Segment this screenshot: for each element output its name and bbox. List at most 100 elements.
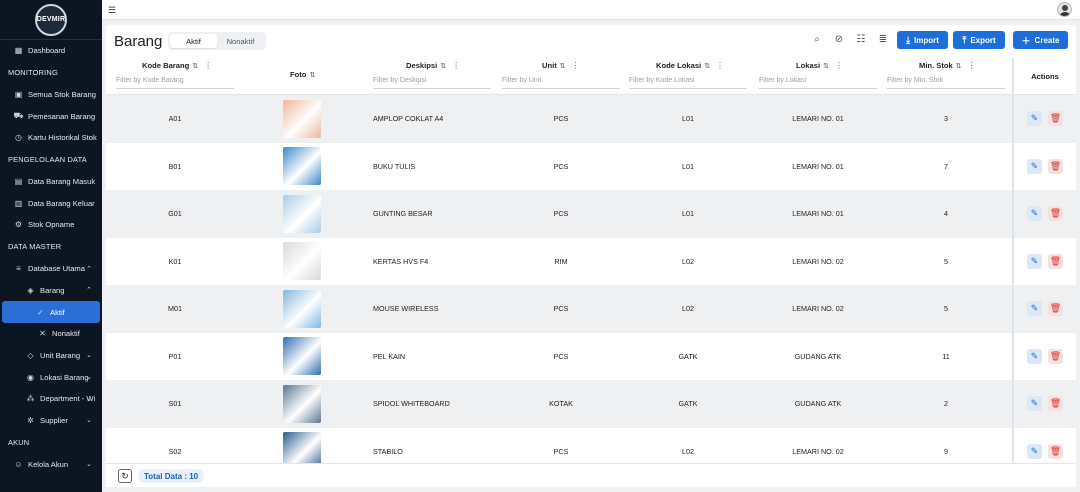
column-menu-icon[interactable]: ⋮ <box>452 61 460 70</box>
edit-icon[interactable]: ✎ <box>1027 443 1042 459</box>
column-menu-icon[interactable]: ⋮ <box>835 61 843 70</box>
tag-icon: ◇ <box>27 350 34 360</box>
sidebar-item-dashboard[interactable]: ▦ Dashboard <box>0 40 102 62</box>
delete-icon[interactable]: 🗑 <box>1048 443 1063 459</box>
sidebar-item-aktif[interactable]: ✓ Aktif <box>2 301 100 323</box>
filter-clear-icon[interactable]: ⊘ <box>833 34 845 45</box>
filter-kode-lokasi[interactable]: Filter by Kode Lokasi <box>629 75 747 89</box>
column-menu-icon[interactable]: ⋮ <box>968 61 976 70</box>
sidebar-item-label: Unit Barang <box>40 350 81 360</box>
col-kode-lokasi[interactable]: Kode Lokasi ⇅ ⋮ <box>656 61 724 70</box>
filter-min-stok[interactable]: Filter by Min. Stok <box>887 75 1005 89</box>
table-row[interactable]: K01 KERTAS HVS F4 RIM L02 LEMARI NO. 02 5 <box>106 238 1012 286</box>
cell-kode-lokasi: GATK <box>678 399 698 409</box>
sidebar-section: AKUN <box>8 437 30 447</box>
item-photo[interactable] <box>283 242 321 281</box>
chevron-down-icon: ⌄ <box>86 374 92 382</box>
filter-lokasi[interactable]: Filter by Lokasi <box>759 75 877 89</box>
cell-kode: M01 <box>168 304 182 314</box>
delete-icon[interactable]: 🗑 <box>1048 206 1063 222</box>
column-menu-icon[interactable]: ⋮ <box>204 61 212 70</box>
sidebar-item-label: Stok Opname <box>28 220 75 230</box>
sidebar-item-pemesanan-barang[interactable]: ⛟ Pemesanan Barang <box>0 105 102 127</box>
item-photo[interactable] <box>283 194 321 233</box>
delete-icon[interactable]: 🗑 <box>1048 253 1063 269</box>
table-row[interactable]: G01 GUNTING BESAR PCS L01 LEMARI NO. 01 4 <box>106 190 1012 238</box>
item-photo[interactable] <box>283 337 321 376</box>
column-menu-icon[interactable]: ⋮ <box>716 61 724 70</box>
settings-icon: ⚙ <box>14 220 23 230</box>
create-button[interactable]: ＋ Create <box>1013 31 1068 49</box>
table-row[interactable]: S01 SPIDOL WHITEBOARD KOTAK GATK GUDANG ATK 2 <box>106 380 1012 428</box>
cell-deskripsi: PEL KAIN <box>373 351 406 361</box>
cell-min-stok: 3 <box>944 114 948 124</box>
delete-icon[interactable]: 🗑 <box>1048 301 1063 317</box>
delete-icon[interactable]: 🗑 <box>1048 396 1063 412</box>
sidebar-item-kelola-akun[interactable]: ☺ Kelola Akun ⌄ <box>0 453 102 475</box>
cell-lokasi: LEMARI NO. 01 <box>792 209 844 219</box>
sidebar-item-label: Pemesanan Barang <box>28 111 96 121</box>
filter-unit[interactable]: Filter by Unit <box>502 75 620 89</box>
edit-icon[interactable]: ✎ <box>1027 253 1042 269</box>
col-deskipsi[interactable]: Deskipsi ⇅ ⋮ <box>406 61 460 70</box>
columns-icon[interactable]: ☷ <box>855 34 867 45</box>
sidebar-item-unit-barang[interactable]: ◇ Unit Barang ⌄ <box>0 345 102 367</box>
cell-kode-lokasi: L01 <box>682 209 694 219</box>
sidebar-item-lokasi-barang[interactable]: ◉ Lokasi Barang ⌄ <box>0 366 102 388</box>
sidebar-item-data-barang-keluar[interactable]: ▥ Data Barang Keluar <box>0 192 102 214</box>
item-photo[interactable] <box>283 147 321 186</box>
cell-foto <box>264 190 340 238</box>
col-foto[interactable]: Foto ⇅ <box>290 70 315 79</box>
history-icon: ◷ <box>15 133 22 143</box>
density-icon[interactable]: ≣ <box>877 34 889 45</box>
cell-unit: PCS <box>553 161 569 171</box>
delete-icon[interactable]: 🗑 <box>1048 158 1063 174</box>
table-row[interactable]: M01 MOUSE WIRELESS PCS L02 LEMARI NO. 02 5 <box>106 285 1012 333</box>
tab-nonaktif[interactable]: Nonaktif <box>217 34 264 48</box>
item-photo[interactable] <box>283 99 321 138</box>
menu-toggle-icon[interactable]: ☰ <box>108 5 116 16</box>
export-button[interactable]: ⤒ Export <box>953 31 1005 49</box>
avatar[interactable] <box>1057 2 1072 17</box>
delete-icon[interactable]: 🗑 <box>1048 348 1063 364</box>
inbox-icon: ▤ <box>14 177 23 187</box>
col-min-stok[interactable]: Min. Stok ⇅ ⋮ <box>919 61 976 70</box>
tab-aktif[interactable]: Aktif <box>170 34 217 48</box>
sidebar-item-database-utama[interactable]: ≡ Database Utama ⌃ <box>0 258 102 280</box>
sidebar-item-data-barang-masuk[interactable]: ▤ Data Barang Masuk <box>0 171 102 193</box>
edit-icon[interactable]: ✎ <box>1027 158 1042 174</box>
sidebar-nav: ▦ Dashboard MONITORING ▣ Semua Stok Barang ⛟ P… <box>0 40 102 475</box>
refresh-icon[interactable]: ↻ <box>118 469 132 483</box>
delete-icon[interactable]: 🗑 <box>1048 111 1063 127</box>
topbar: ☰ <box>102 0 1080 20</box>
col-unit[interactable]: Unit ⇅ ⋮ <box>542 61 580 70</box>
filter-deskipsi[interactable]: Filter by Deskipsi <box>373 75 491 89</box>
edit-icon[interactable]: ✎ <box>1027 111 1042 127</box>
sidebar-item-supplier[interactable]: ✲ Supplier ⌄ <box>0 410 102 432</box>
table-tools: ⌕ ⊘ ☷ ≣ <box>811 34 889 45</box>
table-row[interactable]: P01 PEL KAIN PCS GATK GUDANG ATK 11 <box>106 333 1012 381</box>
sidebar-item-semua-stok-barang[interactable]: ▣ Semua Stok Barang <box>0 84 102 106</box>
item-photo[interactable] <box>283 289 321 328</box>
search-icon[interactable]: ⌕ <box>811 34 823 45</box>
sidebar-item-department-wi[interactable]: ⁂ Department - Wi ⌄ <box>0 388 102 410</box>
edit-icon[interactable]: ✎ <box>1027 206 1042 222</box>
app-logo[interactable]: DEVMIR <box>35 3 67 36</box>
sidebar-item-nonaktif[interactable]: ✕ Nonaktif <box>0 323 102 345</box>
col-lokasi[interactable]: Lokasi ⇅ ⋮ <box>796 61 843 70</box>
item-photo[interactable] <box>283 384 321 423</box>
import-button[interactable]: ⤓ Import <box>897 31 948 49</box>
col-actions: Actions <box>1014 58 1076 95</box>
sidebar-item-barang[interactable]: ◈ Barang ⌃ <box>0 280 102 302</box>
col-kode-barang[interactable]: Kode Barang ⇅ ⋮ <box>142 61 212 70</box>
sidebar-item-stok-opname[interactable]: ⚙ Stok Opname <box>0 214 102 236</box>
edit-icon[interactable]: ✎ <box>1027 301 1042 317</box>
sidebar-item-kartu-historikal-stok[interactable]: ◷ Kartu Historikal Stok <box>0 127 102 149</box>
edit-icon[interactable]: ✎ <box>1027 348 1042 364</box>
sort-icon: ⇅ <box>559 62 566 70</box>
column-menu-icon[interactable]: ⋮ <box>572 61 580 70</box>
table-row[interactable]: A01 AMPLOP COKLAT A4 PCS L01 LEMARI NO. 01 3 <box>106 95 1012 143</box>
table-row[interactable]: B01 BUKU TULIS PCS L01 LEMARI NO. 01 7 <box>106 143 1012 191</box>
filter-kode-barang[interactable]: Filter by Kode Barang <box>116 75 234 89</box>
edit-icon[interactable]: ✎ <box>1027 396 1042 412</box>
